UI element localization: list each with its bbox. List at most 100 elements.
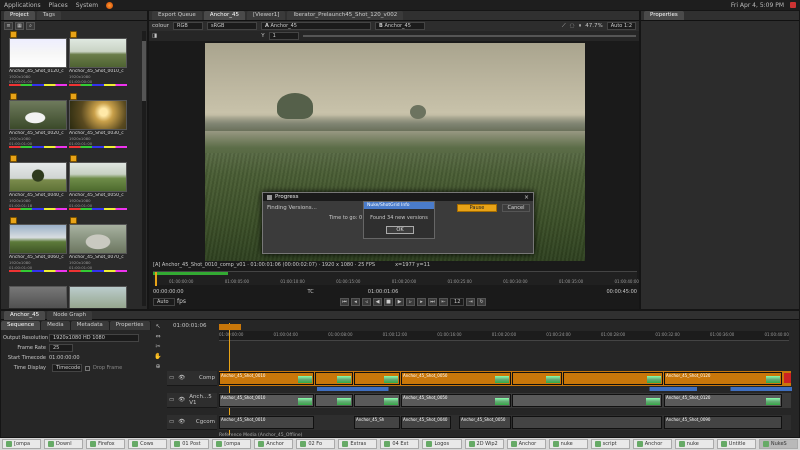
play-icon[interactable]: ▶	[395, 297, 405, 306]
current-timecode[interactable]: 01:00:01:06	[368, 289, 399, 295]
playback-rate-select[interactable]: Auto	[153, 297, 175, 306]
tab-media[interactable]: Media	[41, 321, 70, 330]
clip[interactable]: Anchor_45_Sh	[354, 416, 400, 429]
drop-frame-checkbox[interactable]	[85, 365, 90, 371]
tab-anchor[interactable]: Anchor_45	[203, 11, 245, 20]
tab-properties[interactable]: Properties	[644, 11, 684, 20]
loop-icon[interactable]: ◌	[570, 23, 575, 29]
tab-shot-version[interactable]: Iberator_Prelaunch45_Shot_120_v002	[287, 11, 404, 20]
bin-scrollbar[interactable]	[142, 31, 146, 306]
clip[interactable]: Anchor_45_Shot_0120	[664, 372, 782, 385]
stop-icon[interactable]: ■	[384, 297, 394, 306]
tab-project[interactable]: Project	[4, 11, 35, 20]
in-out-range[interactable]	[219, 324, 241, 330]
pause-icon[interactable]: ⏸	[579, 23, 582, 30]
step-back-icon[interactable]: ⇤	[439, 297, 449, 306]
track-v1-header[interactable]: ▭ 👁 Anch...5 V1	[167, 393, 217, 408]
clip[interactable]	[512, 372, 562, 385]
play-reverse-icon[interactable]: ◀	[373, 297, 383, 306]
tab-seq[interactable]: Sequence	[1, 321, 41, 330]
time-display-select[interactable]: Timecode	[52, 364, 82, 372]
go-end-icon[interactable]: ⏭	[428, 297, 438, 306]
taskbar-item[interactable]: Logos	[422, 439, 462, 449]
taskbar-item[interactable]: 2D Wip2	[464, 439, 504, 449]
taskbar-item[interactable]: Extras	[338, 439, 378, 449]
clip[interactable]: Anchor_45_Shot_0050	[401, 394, 511, 407]
loop-mode-icon[interactable]: ↻	[477, 297, 487, 306]
thumbnail-item[interactable]: Anchor_45_Shot_0120_c 1920x1080 01:00:01:0…	[9, 38, 67, 96]
rgb-select[interactable]: RGB	[173, 22, 204, 30]
tab-metadata[interactable]: Metadata	[70, 321, 109, 330]
clip[interactable]: Anchor_45_Shot_0010	[219, 372, 314, 385]
timeline-timecode[interactable]: 01:00:01:06	[173, 323, 207, 329]
close-app-icon[interactable]	[790, 2, 796, 8]
clip[interactable]: Anchor_45_Shot_0090	[664, 416, 782, 429]
taskbar-item[interactable]: Anchor	[254, 439, 294, 449]
zoom-tool-icon[interactable]: ⊕	[155, 363, 160, 370]
taskbar-item[interactable]: Firefox	[86, 439, 126, 449]
track-eye-icon[interactable]: 👁	[178, 397, 185, 403]
prev-frame-icon[interactable]: ◃	[362, 297, 372, 306]
y-value-field[interactable]: 1	[268, 32, 299, 40]
clip[interactable]: Anchor_45_Shot_0120	[664, 394, 782, 407]
clip[interactable]	[512, 416, 662, 429]
thumbnail-item[interactable]: Anchor_45_Shot_0070_c 1920x1080 01:00:01:0…	[69, 224, 127, 282]
fit-select[interactable]: Auto 1:2	[606, 22, 636, 30]
clip[interactable]	[315, 372, 353, 385]
select-tool-icon[interactable]: ↖	[155, 323, 160, 330]
track-eye-icon[interactable]: 👁	[178, 375, 185, 381]
track-comp-header[interactable]: ▭ 👁 Comp	[167, 371, 217, 386]
taskbar-item[interactable]: 01 Post	[170, 439, 210, 449]
places-menu[interactable]: Places	[49, 2, 68, 9]
track-visibility-icon[interactable]: ▭	[169, 419, 174, 425]
clip[interactable]	[512, 394, 662, 407]
frame-rate-select[interactable]: 25	[49, 344, 73, 352]
clip[interactable]: Anchor_45_Shot_0010	[219, 416, 314, 429]
clip[interactable]	[563, 372, 663, 385]
thumbnail-item[interactable]	[9, 286, 67, 308]
frame-step-field[interactable]: 12	[450, 297, 465, 306]
taskbar-item[interactable]: script	[590, 439, 630, 449]
tc-in[interactable]: 00:00:00:00	[153, 289, 184, 295]
gain-slider[interactable]	[302, 35, 636, 37]
dialog-close-icon[interactable]: ×	[524, 194, 529, 201]
thumbnail-item[interactable]: Anchor_45_Shot_0060_c 1920x1080 01:00:01:0…	[9, 224, 67, 282]
taskbar-item[interactable]: nuke	[548, 439, 588, 449]
go-start-icon[interactable]: ⏮	[340, 297, 350, 306]
taskbar-item[interactable]: Untitle	[716, 439, 756, 449]
tab-viewer[interactable]: [Viewer1]	[246, 11, 286, 20]
track-eye-icon[interactable]: 👁	[178, 419, 185, 425]
taskbar-item[interactable]: Downl	[44, 439, 84, 449]
clip[interactable]	[354, 372, 400, 385]
taskbar-item[interactable]: Anchor	[506, 439, 546, 449]
viewer-ruler[interactable]: 01:00:00:00 01:00:05:00 01:00:10:00 01:00:1…	[153, 271, 639, 286]
timeline-ruler[interactable]: 01:00:00:00 01:00:04:00 01:00:08:00 01:00:1…	[219, 331, 789, 341]
start-tc-value[interactable]: 01:00:00:00	[49, 355, 80, 361]
tab-export-queue[interactable]: Export Queue	[152, 11, 202, 20]
thumbnail-item[interactable]: Anchor_45_Shot_0050_c 1920x1080 01:00:01:0…	[69, 162, 127, 220]
thumbnail-item[interactable]: Anchor_45_Shot_0010_c 1920x1080 01:00:00:0…	[69, 38, 127, 96]
clip[interactable]	[354, 394, 400, 407]
system-menu[interactable]: System	[76, 2, 98, 9]
clip[interactable]: Anchor_45_Shot_0050	[459, 416, 511, 429]
list-view-icon[interactable]: ≡	[4, 22, 13, 30]
taskbar-item[interactable]: 04 Ext	[380, 439, 420, 449]
track-visibility-icon[interactable]: ▭	[169, 397, 174, 403]
wipe-icon[interactable]: ⟋	[562, 23, 566, 30]
ok-button[interactable]: OK	[386, 226, 414, 234]
step-forward-icon[interactable]: ⇥	[466, 297, 476, 306]
taskbar-item[interactable]: 02 Fo	[296, 439, 336, 449]
tab-node-graph[interactable]: Node Graph	[47, 310, 93, 320]
thumbnail-item[interactable]	[69, 286, 127, 308]
dialog-menu-icon[interactable]	[267, 194, 272, 200]
clip[interactable]: Anchor_45_Shot_0050	[401, 372, 511, 385]
playhead-marker-icon[interactable]	[155, 272, 157, 286]
next-frame-icon[interactable]: ▹	[406, 297, 416, 306]
a-input-select[interactable]: A Anchor_45	[261, 22, 372, 30]
tab-sequence-anchor[interactable]: Anchor_45	[4, 310, 46, 320]
slip-tool-icon[interactable]: ⇔	[155, 333, 160, 340]
thumbnail-item[interactable]: Anchor_45_Shot_0020_c 1920x1080 01:00:01:0…	[9, 100, 67, 158]
firefox-icon[interactable]	[106, 1, 114, 9]
tc-out[interactable]: 00:00:45:00	[606, 289, 637, 295]
prev-edit-icon[interactable]: ◂	[351, 297, 361, 306]
